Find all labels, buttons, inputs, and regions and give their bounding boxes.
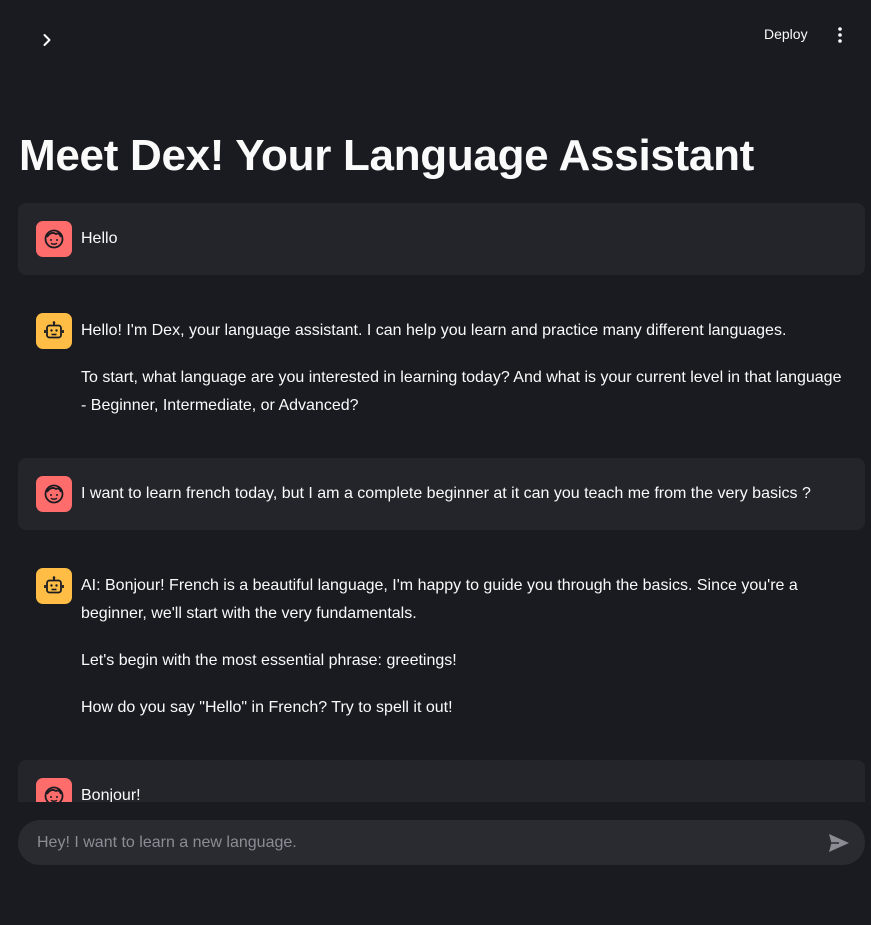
- user-avatar: [36, 778, 72, 802]
- user-avatar: [36, 221, 72, 257]
- assistant-avatar: [36, 313, 72, 349]
- message-paragraph: Let's begin with the most essential phra…: [81, 652, 457, 669]
- message-content: Hello! I'm Dex, your language assistant.…: [81, 313, 847, 420]
- message-paragraph: To start, what language are you interest…: [81, 369, 842, 414]
- user-avatar: [36, 476, 72, 512]
- chevron-right-icon: [43, 34, 51, 46]
- chat-input-container: [18, 820, 865, 865]
- main-menu-button[interactable]: [827, 22, 853, 48]
- message-paragraph: Bonjour!: [81, 787, 141, 802]
- face-icon: [44, 229, 64, 249]
- chat-message-list: Hello Hello! I'm Dex, your language assis…: [18, 203, 865, 802]
- user-message: I want to learn french today, but I am a…: [18, 458, 865, 530]
- user-message: Hello: [18, 203, 865, 275]
- message-paragraph: Hello: [81, 230, 118, 247]
- send-icon: [829, 833, 849, 852]
- robot-icon: [44, 576, 64, 594]
- face-icon: [44, 786, 64, 802]
- vertical-dots-icon: [838, 27, 842, 43]
- message-content: I want to learn french today, but I am a…: [81, 476, 847, 508]
- message-content: AI: Bonjour! French is a beautiful langu…: [81, 568, 847, 722]
- robot-icon: [44, 321, 64, 339]
- face-icon: [44, 484, 64, 504]
- sidebar-toggle-button[interactable]: [34, 27, 60, 53]
- message-content: Bonjour!: [81, 778, 847, 802]
- message-content: Hello: [81, 221, 847, 253]
- deploy-button[interactable]: Deploy: [752, 20, 820, 48]
- send-button[interactable]: [819, 823, 859, 863]
- page-title: Meet Dex! Your Language Assistant: [19, 131, 755, 180]
- assistant-message: AI: Bonjour! French is a beautiful langu…: [18, 550, 865, 740]
- assistant-avatar: [36, 568, 72, 604]
- message-paragraph: I want to learn french today, but I am a…: [81, 485, 811, 502]
- message-paragraph: Hello! I'm Dex, your language assistant.…: [81, 322, 787, 339]
- message-paragraph: AI: Bonjour! French is a beautiful langu…: [81, 577, 798, 622]
- assistant-message: Hello! I'm Dex, your language assistant.…: [18, 295, 865, 438]
- user-message: Bonjour!: [18, 760, 865, 802]
- chat-input[interactable]: [18, 820, 819, 865]
- message-paragraph: How do you say "Hello" in French? Try to…: [81, 699, 453, 716]
- app-root: Deploy Meet Dex! Your Language Assistant…: [0, 0, 871, 925]
